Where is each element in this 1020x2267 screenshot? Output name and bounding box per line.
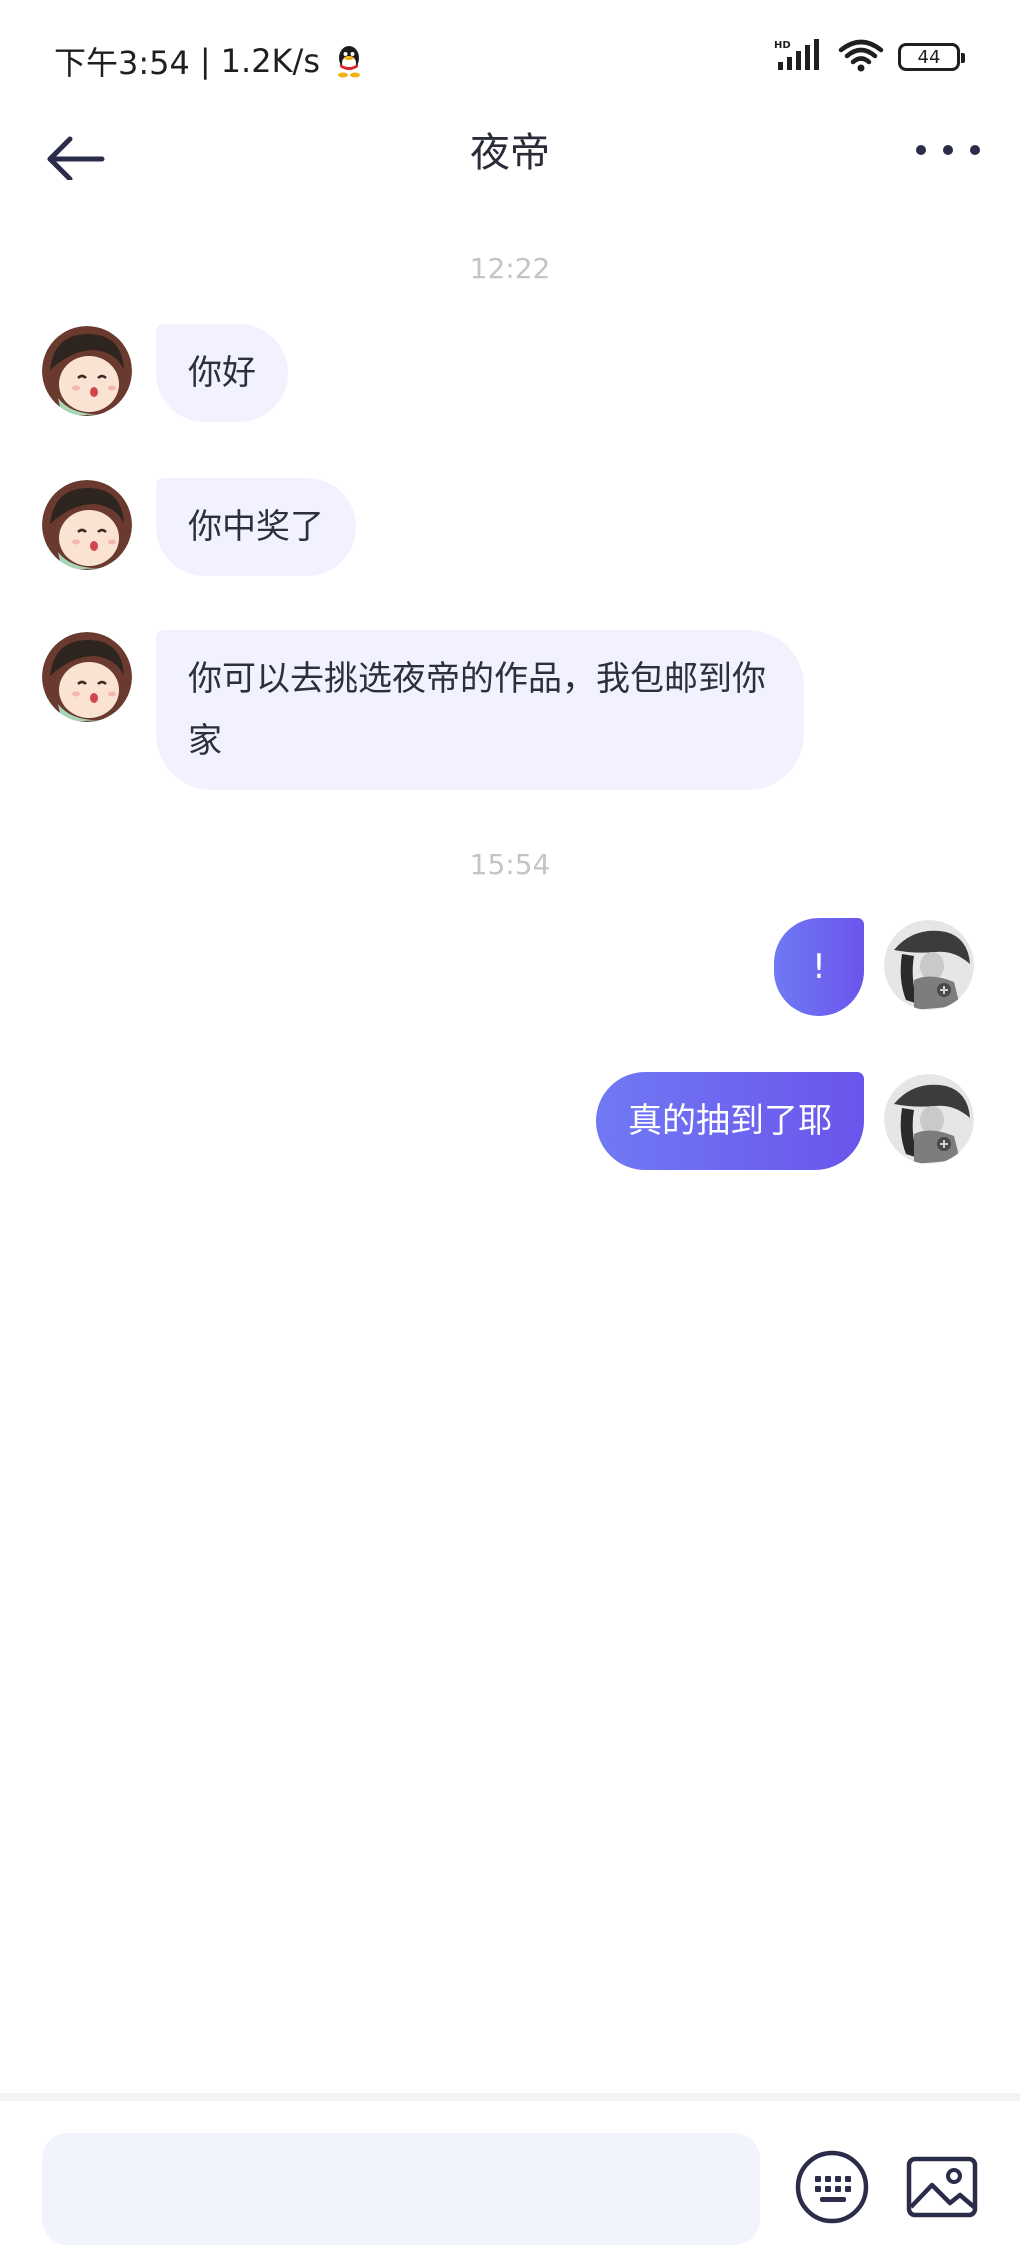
image-button[interactable]: [904, 2149, 980, 2225]
contact-avatar[interactable]: [42, 632, 132, 722]
status-bar: 下午3:54 | 1.2K/s HD 44: [0, 0, 1020, 120]
signal-icon: HD: [774, 38, 824, 76]
image-icon: [906, 2156, 978, 2218]
chat-header: 夜帝: [0, 110, 1020, 190]
status-time: 下午3:54: [54, 44, 190, 82]
keyboard-icon: [795, 2150, 869, 2224]
keyboard-button[interactable]: [794, 2149, 870, 2225]
chat-screen: 下午3:54 | 1.2K/s HD 44 夜帝 12:22 你好 你中奖了 你…: [0, 0, 1020, 2267]
user-avatar[interactable]: [884, 1074, 974, 1164]
timestamp: 12:22: [469, 252, 551, 285]
network-speed: 1.2K/s: [220, 42, 320, 80]
incoming-message-bubble[interactable]: 你中奖了: [156, 478, 356, 576]
battery-level: 44: [917, 46, 941, 68]
user-avatar[interactable]: [884, 920, 974, 1010]
incoming-message-bubble[interactable]: 你可以去挑选夜帝的作品，我包邮到你家: [156, 630, 804, 790]
wifi-icon: [838, 38, 884, 76]
status-right: HD 44: [774, 38, 965, 76]
status-left: 下午3:54 | 1.2K/s: [54, 38, 364, 84]
incoming-message-bubble[interactable]: 你好: [156, 324, 288, 422]
contact-avatar[interactable]: [42, 326, 132, 416]
battery-icon: 44: [898, 43, 965, 71]
signal-hd-label: HD: [774, 40, 791, 51]
more-dots-icon: [916, 145, 926, 155]
outgoing-message-bubble[interactable]: !: [774, 918, 864, 1016]
message-input[interactable]: [42, 2133, 760, 2245]
status-separator: |: [199, 42, 211, 80]
timestamp: 15:54: [469, 848, 551, 881]
outgoing-message-bubble[interactable]: 真的抽到了耶: [596, 1072, 864, 1170]
contact-avatar[interactable]: [42, 480, 132, 570]
chat-title: 夜帝: [470, 130, 550, 176]
message-input-bar: [0, 2093, 1020, 2267]
qq-penguin-icon: [334, 44, 364, 78]
more-button[interactable]: [916, 128, 980, 172]
